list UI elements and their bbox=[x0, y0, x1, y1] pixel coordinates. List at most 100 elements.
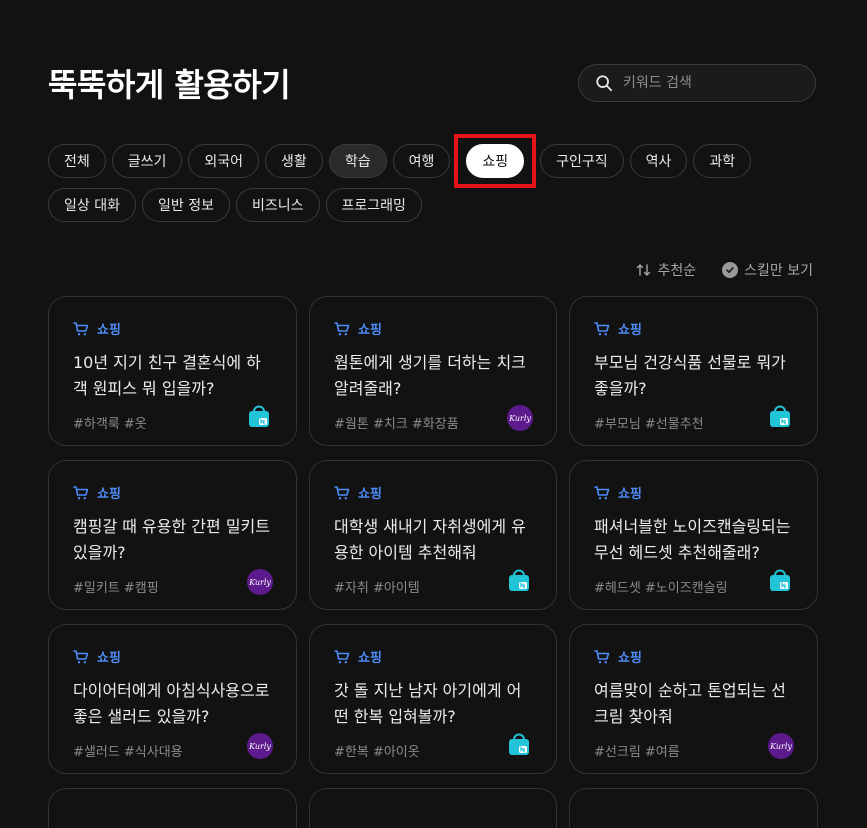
kurly-icon: Kurly bbox=[247, 569, 273, 595]
search-icon bbox=[596, 75, 613, 92]
chip-science[interactable]: 과학 bbox=[693, 144, 752, 178]
check-circle-icon bbox=[722, 262, 739, 278]
card-category: 쇼핑 bbox=[73, 647, 272, 666]
card-title: 갓 돌 지난 남자 아기에게 어떤 한복 입혀볼까? bbox=[334, 681, 522, 726]
card-tags: #밀키트 #캠핑 bbox=[73, 581, 159, 596]
card-category-label: 쇼핑 bbox=[97, 651, 121, 666]
shopping-cart-icon bbox=[73, 321, 89, 335]
shopping-cart-icon bbox=[594, 649, 610, 663]
prompt-card-7[interactable]: 쇼핑 다이어터에게 아침식사용으로 좋은 샐러드 있을까? #샐러드 #식사대용… bbox=[48, 624, 297, 774]
kurly-logo-text: Kurly bbox=[247, 569, 273, 595]
prompt-card-8[interactable]: 쇼핑 갓 돌 지난 남자 아기에게 어떤 한복 입혀볼까? #한복 #아이옷 bbox=[309, 624, 557, 774]
card-category: 쇼핑 bbox=[594, 483, 793, 502]
card-category: 쇼핑 bbox=[334, 647, 532, 666]
prompt-card-partial[interactable] bbox=[309, 788, 557, 828]
card-category: 쇼핑 bbox=[334, 483, 532, 502]
chip-study[interactable]: 학습 bbox=[328, 144, 387, 178]
chip-travel[interactable]: 여행 bbox=[392, 144, 451, 178]
shopping-cart-icon bbox=[73, 485, 89, 499]
kurly-logo-text: Kurly bbox=[507, 405, 533, 431]
page-title: 뚝뚝하게 활용하기 bbox=[48, 66, 291, 104]
category-chips: 전체 글쓰기 외국어 생활 학습 여행 쇼핑 구인구직 역사 과학 일상 대화 … bbox=[48, 134, 778, 232]
card-title: 대학생 새내기 자취생에게 유용한 아이템 추천해줘 bbox=[334, 517, 526, 562]
chip-row-2: 일상 대화 일반 정보 비즈니스 프로그래밍 bbox=[48, 188, 778, 222]
sort-recommend-button[interactable]: 추천순 bbox=[636, 260, 697, 280]
chip-writing[interactable]: 글쓰기 bbox=[111, 144, 183, 178]
skill-only-toggle[interactable]: 스킬만 보기 bbox=[722, 260, 813, 280]
card-title: 캠핑갈 때 유용한 간편 밀키트 있을까? bbox=[73, 517, 270, 562]
card-tags: #웜톤 #치크 #화장품 bbox=[334, 417, 459, 432]
card-title: 10년 지기 친구 결혼식에 하객 원피스 뭐 입을까? bbox=[73, 353, 261, 398]
card-title: 부모님 건강식품 선물로 뭐가 좋을까? bbox=[594, 353, 786, 398]
card-title: 여름맞이 순하고 톤업되는 선크림 찾아줘 bbox=[594, 681, 786, 726]
card-category: 쇼핑 bbox=[73, 483, 272, 502]
naver-shopping-icon bbox=[768, 405, 792, 429]
chip-all[interactable]: 전체 bbox=[48, 144, 106, 178]
chip-general-info[interactable]: 일반 정보 bbox=[141, 188, 230, 222]
card-tags: #자취 #아이템 bbox=[334, 581, 420, 596]
kurly-logo-text: Kurly bbox=[768, 733, 794, 759]
chip-business[interactable]: 비즈니스 bbox=[235, 188, 320, 222]
active-chip-highlight: 쇼핑 bbox=[454, 134, 537, 188]
chip-shopping[interactable]: 쇼핑 bbox=[466, 144, 525, 178]
prompt-card-6[interactable]: 쇼핑 패셔너블한 노이즈캔슬링되는 무선 헤드셋 추천해줄래? #헤드셋 #노이… bbox=[569, 460, 818, 610]
shopping-cart-icon bbox=[334, 485, 350, 499]
prompt-card-4[interactable]: 쇼핑 캠핑갈 때 유용한 간편 밀키트 있을까? #밀키트 #캠핑 Kurly bbox=[48, 460, 297, 610]
sort-bar: 추천순 스킬만 보기 bbox=[636, 260, 813, 280]
card-category: 쇼핑 bbox=[334, 319, 532, 338]
sort-arrows-icon bbox=[636, 264, 650, 276]
card-category-label: 쇼핑 bbox=[97, 323, 121, 338]
chip-programming[interactable]: 프로그래밍 bbox=[325, 188, 422, 222]
kurly-icon: Kurly bbox=[768, 733, 794, 759]
prompt-card-2[interactable]: 쇼핑 웜톤에게 생기를 더하는 치크 알려줄래? #웜톤 #치크 #화장품 Ku… bbox=[309, 296, 557, 446]
card-category-label: 쇼핑 bbox=[358, 323, 382, 338]
naver-shopping-icon bbox=[507, 733, 531, 757]
skill-only-label: 스킬만 보기 bbox=[744, 263, 813, 279]
prompt-card-partial[interactable] bbox=[569, 788, 818, 828]
kurly-icon: Kurly bbox=[507, 405, 533, 431]
prompt-card-grid: 쇼핑 10년 지기 친구 결혼식에 하객 원피스 뭐 입을까? #하객룩 #옷 … bbox=[48, 296, 818, 828]
naver-shopping-icon bbox=[247, 405, 271, 429]
search-input[interactable] bbox=[621, 74, 805, 92]
prompt-card-5[interactable]: 쇼핑 대학생 새내기 자취생에게 유용한 아이템 추천해줘 #자취 #아이템 bbox=[309, 460, 557, 610]
prompt-card-3[interactable]: 쇼핑 부모님 건강식품 선물로 뭐가 좋을까? #부모님 #선물추천 bbox=[569, 296, 818, 446]
shopping-cart-icon bbox=[594, 321, 610, 335]
prompt-card-9[interactable]: 쇼핑 여름맞이 순하고 톤업되는 선크림 찾아줘 #선크림 #여름 Kurly bbox=[569, 624, 818, 774]
chip-daily-conversation[interactable]: 일상 대화 bbox=[48, 188, 136, 222]
card-category-label: 쇼핑 bbox=[358, 487, 382, 502]
search-box[interactable] bbox=[578, 64, 816, 102]
card-title: 웜톤에게 생기를 더하는 치크 알려줄래? bbox=[334, 353, 526, 398]
card-category: 쇼핑 bbox=[73, 319, 272, 338]
card-category-label: 쇼핑 bbox=[97, 487, 121, 502]
card-category: 쇼핑 bbox=[594, 319, 793, 338]
kurly-logo-text: Kurly bbox=[247, 733, 273, 759]
shopping-cart-icon bbox=[73, 649, 89, 663]
kurly-icon: Kurly bbox=[247, 733, 273, 759]
card-category-label: 쇼핑 bbox=[618, 487, 642, 502]
sort-recommend-label: 추천순 bbox=[657, 263, 697, 279]
card-tags: #하객룩 #옷 bbox=[73, 417, 147, 432]
card-title: 패셔너블한 노이즈캔슬링되는 무선 헤드셋 추천해줄래? bbox=[594, 517, 791, 562]
shopping-cart-icon bbox=[334, 649, 350, 663]
card-tags: #헤드셋 #노이즈캔슬링 bbox=[594, 581, 728, 596]
prompt-card-partial[interactable] bbox=[48, 788, 297, 828]
chip-row-1: 전체 글쓰기 외국어 생활 학습 여행 쇼핑 구인구직 역사 과학 bbox=[48, 134, 778, 188]
shopping-cart-icon bbox=[594, 485, 610, 499]
card-title: 다이어터에게 아침식사용으로 좋은 샐러드 있을까? bbox=[73, 681, 270, 726]
card-category-label: 쇼핑 bbox=[618, 651, 642, 666]
chip-jobs[interactable]: 구인구직 bbox=[540, 144, 624, 178]
card-tags: #샐러드 #식사대용 bbox=[73, 745, 183, 760]
chip-foreign-language[interactable]: 외국어 bbox=[188, 144, 260, 178]
card-category-label: 쇼핑 bbox=[358, 651, 382, 666]
card-category: 쇼핑 bbox=[594, 647, 793, 666]
card-tags: #부모님 #선물추천 bbox=[594, 417, 704, 432]
naver-shopping-icon bbox=[507, 569, 531, 593]
prompt-card-1[interactable]: 쇼핑 10년 지기 친구 결혼식에 하객 원피스 뭐 입을까? #하객룩 #옷 bbox=[48, 296, 297, 446]
card-category-label: 쇼핑 bbox=[618, 323, 642, 338]
naver-shopping-icon bbox=[768, 569, 792, 593]
card-tags: #한복 #아이옷 bbox=[334, 745, 420, 760]
chip-history[interactable]: 역사 bbox=[629, 144, 688, 178]
chip-life[interactable]: 생활 bbox=[265, 144, 323, 178]
shopping-cart-icon bbox=[334, 321, 350, 335]
card-tags: #선크림 #여름 bbox=[594, 745, 680, 760]
